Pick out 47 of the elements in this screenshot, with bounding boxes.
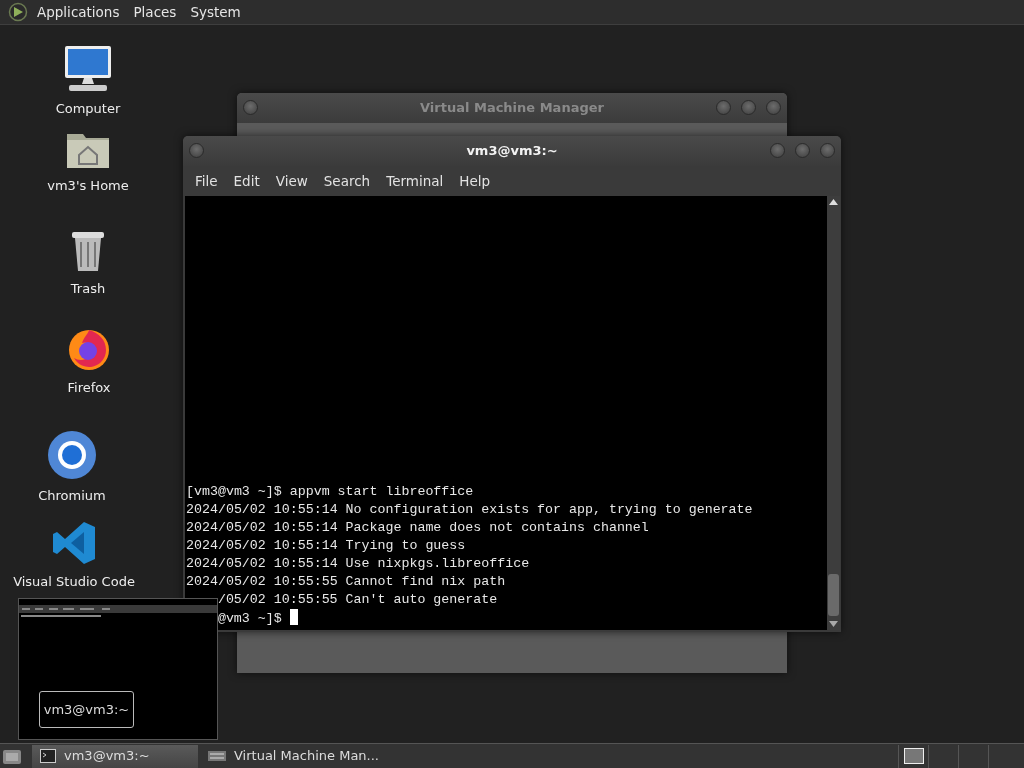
- close-button[interactable]: [766, 100, 781, 115]
- monitor-icon[interactable]: [63, 45, 113, 93]
- terminal-line: 2024/05/02 10:55:14 Use nixpkgs.libreoffice: [185, 555, 531, 573]
- scroll-up-icon[interactable]: [829, 199, 838, 205]
- menu-item[interactable]: Edit: [225, 170, 268, 192]
- taskbar-button[interactable]: Virtual Machine Man...: [200, 744, 387, 768]
- close-button[interactable]: [820, 143, 835, 158]
- window-menu-button[interactable]: [189, 143, 204, 158]
- panel-menu[interactable]: Applications: [32, 1, 125, 23]
- server-icon: [208, 750, 226, 762]
- ribbon-icon[interactable]: [51, 520, 97, 566]
- menu-item[interactable]: Terminal: [378, 170, 452, 192]
- window-title: vm3@vm3:~: [466, 142, 558, 161]
- menu-item[interactable]: Search: [315, 170, 379, 192]
- panel-menu[interactable]: Places: [128, 1, 182, 23]
- terminal-line: 2024/05/02 10:55:14 Trying to guess: [185, 537, 467, 555]
- terminal-icon: [40, 749, 56, 763]
- icon-label[interactable]: Chromium: [38, 486, 106, 506]
- window-title: Virtual Machine Manager: [420, 99, 604, 118]
- menu-item[interactable]: File: [187, 170, 226, 192]
- icon-label[interactable]: Visual Studio Code: [13, 572, 135, 592]
- terminal-line: 2024/05/02 10:55:14 No configuration exists for app, trying to generate: [185, 501, 754, 519]
- terminal-line: 2024/05/02 10:55:55 Cannot find nix path: [185, 573, 507, 591]
- show-desktop-icon[interactable]: [2, 747, 22, 765]
- window-menu-button[interactable]: [243, 100, 258, 115]
- taskbar-button[interactable]: vm3@vm3:~: [32, 744, 198, 768]
- ring-icon[interactable]: [47, 430, 97, 480]
- icon-label[interactable]: Computer: [55, 99, 121, 119]
- trash-icon[interactable]: [69, 229, 107, 273]
- window-preview-label: vm3@vm3:~: [39, 691, 134, 728]
- icon-label[interactable]: Firefox: [67, 378, 111, 398]
- minimize-button[interactable]: [770, 143, 785, 158]
- terminal-line: [vm3@vm3 ~]$ appvm start libreoffice: [185, 483, 475, 501]
- play-logo-icon[interactable]: [8, 2, 28, 22]
- scrollbar[interactable]: [827, 196, 840, 630]
- menu-item[interactable]: Help: [451, 170, 499, 192]
- terminal-line: /05/02 10:55:55 Can't auto generate: [216, 591, 499, 609]
- scroll-down-icon[interactable]: [829, 621, 838, 627]
- minimize-button[interactable]: [716, 100, 731, 115]
- maximize-button[interactable]: [741, 100, 756, 115]
- icon-label[interactable]: Trash: [70, 279, 106, 299]
- menu-item[interactable]: View: [267, 170, 316, 192]
- terminal-line: 2024/05/02 10:55:14 Package name does not contains channel: [185, 519, 650, 537]
- maximize-button[interactable]: [795, 143, 810, 158]
- panel-menu[interactable]: System: [185, 1, 246, 23]
- scrollbar-thumb[interactable]: [828, 574, 839, 616]
- icon-label[interactable]: vm3's Home: [47, 176, 129, 196]
